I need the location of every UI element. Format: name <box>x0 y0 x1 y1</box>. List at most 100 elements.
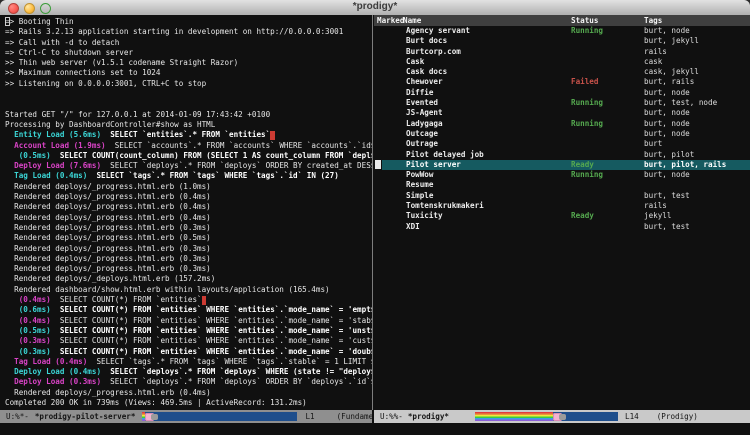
log-segment <box>101 130 110 139</box>
log-line: Deploy Load (7.6ms) SELECT `deploys`.* F… <box>5 161 372 171</box>
log-segment: SELECT COUNT(*) FROM `entities` WHERE `e… <box>60 305 372 314</box>
log-segment: Processing by DashboardController#show a… <box>5 120 215 129</box>
log-line: Rendered deploys/_progress.html.erb (1.0… <box>5 182 372 192</box>
line-indicator: L1 <box>305 412 314 421</box>
log-line: Entity Load (5.6ms) SELECT `entities`.* … <box>5 130 372 140</box>
process-row[interactable]: EventedRunningburt, test, node <box>374 98 750 108</box>
log-segment: SELECT COUNT(*) FROM `entities` WHERE `e… <box>51 316 372 325</box>
process-name: Diffie <box>406 88 433 98</box>
log-segment <box>5 295 19 304</box>
log-segment <box>51 305 60 314</box>
process-status: Running <box>571 119 603 129</box>
process-name: Cask <box>406 57 424 67</box>
process-name: Chewover <box>406 77 443 87</box>
process-row[interactable]: LadygagaRunningburt, node <box>374 119 750 129</box>
log-lines: => Booting Thin=> Rails 3.2.13 applicati… <box>0 15 372 408</box>
process-row[interactable]: Agency servantRunningburt, node <box>374 26 750 36</box>
log-line: (0.4ms) SELECT COUNT(*) FROM `entities` <box>5 295 372 305</box>
prodigy-pane[interactable]: Marked Name Status Tags Agency servantRu… <box>374 15 750 410</box>
pane-divider[interactable] <box>372 15 373 410</box>
nyan-progress-bar <box>475 412 618 421</box>
process-row[interactable]: Cask cask <box>374 57 750 67</box>
process-row[interactable]: JS-Agentburt, node <box>374 108 750 118</box>
emacs-frame: => Booting Thin=> Rails 3.2.13 applicati… <box>0 15 750 435</box>
process-row[interactable]: ChewoverFailedburt, rails <box>374 77 750 87</box>
process-tags: burt, jekyll <box>644 36 699 46</box>
log-segment: SELECT `entities`.* FROM `entities` <box>110 130 270 139</box>
log-segment <box>101 367 110 376</box>
process-tags: burt, node <box>644 119 690 129</box>
log-segment: Deploy Load (0.3ms) <box>14 377 101 386</box>
log-segment: SELECT `tags`.* FROM `tags` WHERE `tags`… <box>96 171 338 180</box>
modeline-left: U:%*- *prodigy-pilot-server* L1 (Fundame… <box>0 410 372 423</box>
process-tags: rails <box>644 47 667 57</box>
log-line: Rendered deploys/_progress.html.erb (0.4… <box>5 388 372 398</box>
log-segment: SELECT `accounts`.* FROM `accounts` WHER… <box>106 141 372 150</box>
process-tags: burt, rails <box>644 77 694 87</box>
log-segment: Rendered deploys/_progress.html.erb (0.4… <box>5 192 211 201</box>
log-segment <box>5 130 14 139</box>
list-header: Marked Name Status Tags <box>374 15 750 26</box>
log-line: Rendered dashboard/show.html.erb within … <box>5 285 372 295</box>
header-marked: Marked <box>377 15 404 26</box>
process-tags: burt, node <box>644 88 690 98</box>
log-segment: Rendered deploys/_deploys.html.erb (157.… <box>5 274 215 283</box>
log-segment <box>5 326 19 335</box>
log-segment: (0.3ms) <box>19 336 51 345</box>
log-line: (0.5ms) SELECT COUNT(count_column) FROM … <box>5 151 372 161</box>
process-row[interactable]: Resume <box>374 180 750 190</box>
log-line: (0.3ms) SELECT COUNT(*) FROM `entities` … <box>5 336 372 346</box>
process-tags: cask <box>644 57 662 67</box>
process-row[interactable]: Pilot delayed jobburt, pilot <box>374 150 750 160</box>
server-log-pane[interactable]: => Booting Thin=> Rails 3.2.13 applicati… <box>0 15 372 410</box>
log-line: Rendered deploys/_progress.html.erb (0.3… <box>5 244 372 254</box>
log-line: Rendered deploys/_progress.html.erb (0.3… <box>5 223 372 233</box>
log-segment: Completed 200 OK in 739ms (Views: 469.5m… <box>5 398 307 407</box>
log-segment: Tag Load (0.4ms) <box>14 171 87 180</box>
log-line: Processing by DashboardController#show a… <box>5 120 372 130</box>
process-row[interactable]: Pilot serverReadyburt, pilot, rails <box>374 160 750 170</box>
process-row[interactable]: Burt docsburt, jekyll <box>374 36 750 46</box>
log-segment: > Booting Thin <box>10 17 74 26</box>
log-segment: Started GET "/" for 127.0.0.1 at 2014-01… <box>5 110 270 119</box>
log-line: >> Maximum connections set to 1024 <box>5 68 372 78</box>
header-name: Name <box>403 15 421 26</box>
process-row[interactable]: Tomtenskrukmakerirails <box>374 201 750 211</box>
process-row[interactable]: TuxicityReadyjekyll <box>374 211 750 221</box>
window-title: *prodigy* <box>0 1 750 12</box>
major-mode: (Fundamen <box>337 412 372 421</box>
log-segment: (0.6ms) <box>19 305 51 314</box>
log-line: >> Thin web server (v1.5.1 codename Stra… <box>5 58 372 68</box>
log-line: Rendered deploys/_progress.html.erb (0.4… <box>5 202 372 212</box>
process-row[interactable]: Simpleburt, test <box>374 191 750 201</box>
process-tags: burt, node <box>644 108 690 118</box>
title-bar[interactable]: *prodigy* <box>0 0 750 16</box>
log-line: (0.5ms) SELECT COUNT(*) FROM `entities` … <box>5 326 372 336</box>
major-mode: (Prodigy) <box>657 412 698 421</box>
process-row[interactable]: Outcageburt, node <box>374 129 750 139</box>
process-status: Running <box>571 170 603 180</box>
process-tags: burt, node <box>644 26 690 36</box>
log-line: Tag Load (0.4ms) SELECT `tags`.* FROM `t… <box>5 357 372 367</box>
process-name: Resume <box>406 180 433 190</box>
process-row[interactable]: Burtcorp.comrails <box>374 47 750 57</box>
echo-area[interactable] <box>0 423 750 435</box>
log-segment <box>5 347 19 356</box>
process-row[interactable]: Diffie burt, node <box>374 88 750 98</box>
process-tags: burt, test <box>644 222 690 232</box>
log-segment: >> Thin web server (v1.5.1 codename Stra… <box>5 58 238 67</box>
log-line: (0.4ms) SELECT COUNT(*) FROM `entities` … <box>5 316 372 326</box>
log-segment: Rendered deploys/_progress.html.erb (0.4… <box>5 213 211 222</box>
log-segment: Rendered deploys/_progress.html.erb (0.3… <box>5 254 211 263</box>
log-line: Rendered deploys/_progress.html.erb (0.3… <box>5 254 372 264</box>
process-row[interactable]: PowWowRunningburt, node <box>374 170 750 180</box>
process-row[interactable]: Cask docscask, jekyll <box>374 67 750 77</box>
process-row[interactable]: XDI burt, test <box>374 222 750 232</box>
nyan-progress-bar <box>142 412 297 421</box>
process-row[interactable]: Outrageburt <box>374 139 750 149</box>
log-segment: SELECT COUNT(*) FROM `entities` WHERE `e… <box>51 336 372 345</box>
log-segment: Entity Load (5.6ms) <box>14 130 101 139</box>
process-name: XDI <box>406 222 420 232</box>
log-segment: SELECT COUNT(*) FROM `entities` WHERE `e… <box>60 347 372 356</box>
log-line <box>5 89 372 99</box>
